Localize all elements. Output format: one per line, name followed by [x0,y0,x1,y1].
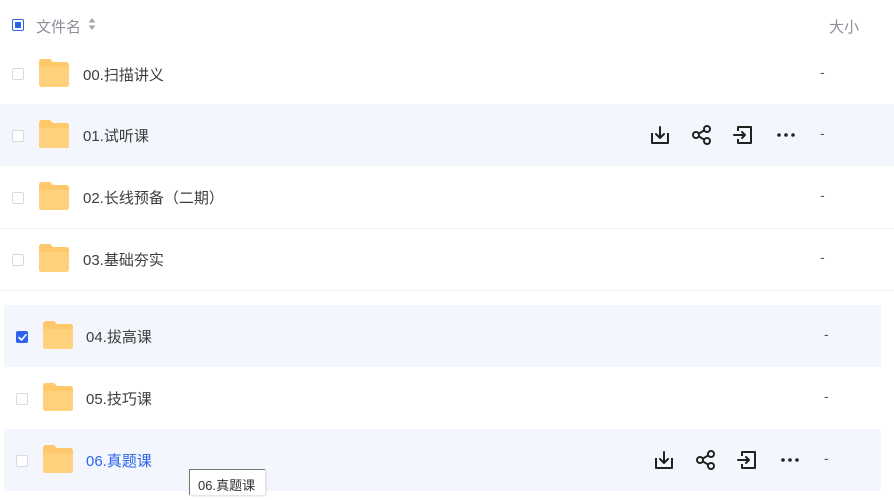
more-icon[interactable] [775,124,797,146]
row-checkbox[interactable] [16,393,28,405]
filename-tooltip: 06.真题课 [189,469,265,495]
row-checkbox[interactable] [12,68,24,80]
folder-icon [43,445,73,473]
share-icon[interactable] [691,124,713,146]
list-item[interactable]: 00.扫描讲义 - [0,43,894,105]
file-name[interactable]: 06.真题课 [86,450,152,471]
file-name[interactable]: 03.基础夯实 [83,249,164,270]
row-checkbox[interactable] [12,254,24,266]
folder-icon [43,383,73,411]
file-size: - [820,64,825,80]
name-column-header[interactable]: 文件名 [36,16,81,37]
file-name[interactable]: 05.技巧课 [86,388,152,409]
more-icon[interactable] [779,449,801,471]
file-name[interactable]: 04.拔高课 [86,326,152,347]
row-checkbox[interactable] [12,192,24,204]
move-icon[interactable] [732,124,754,146]
move-icon[interactable] [736,449,758,471]
file-size: - [820,249,825,265]
file-name[interactable]: 01.试听课 [83,125,149,146]
file-name[interactable]: 02.长线预备（二期） [83,187,224,208]
list-item[interactable]: 04.拔高课 - [4,305,881,367]
row-checkbox[interactable] [16,455,28,467]
divider [0,290,894,291]
file-size: - [824,450,829,466]
list-item[interactable]: 03.基础夯实 - [0,228,894,290]
file-size: - [820,187,825,203]
list-item[interactable]: 06.真题课 - [4,429,881,491]
file-size: - [824,326,829,342]
share-icon[interactable] [695,449,717,471]
folder-icon [39,244,69,272]
size-column-header: 大小 [829,19,860,36]
download-icon[interactable] [653,449,675,471]
list-item[interactable]: 05.技巧课 - [4,367,881,429]
row-checkbox[interactable] [12,130,24,142]
list-item[interactable]: 01.试听课 - [0,104,894,166]
select-all-checkbox[interactable] [12,19,24,31]
row-checkbox[interactable] [16,331,28,343]
file-name[interactable]: 00.扫描讲义 [83,64,164,85]
file-size: - [820,125,825,141]
list-item[interactable]: 02.长线预备（二期） - [0,166,894,228]
download-icon[interactable] [649,124,671,146]
folder-icon [39,182,69,210]
file-size: - [824,388,829,404]
folder-icon [39,59,69,87]
sort-icon[interactable] [88,17,96,31]
folder-icon [39,120,69,148]
folder-icon [43,321,73,349]
